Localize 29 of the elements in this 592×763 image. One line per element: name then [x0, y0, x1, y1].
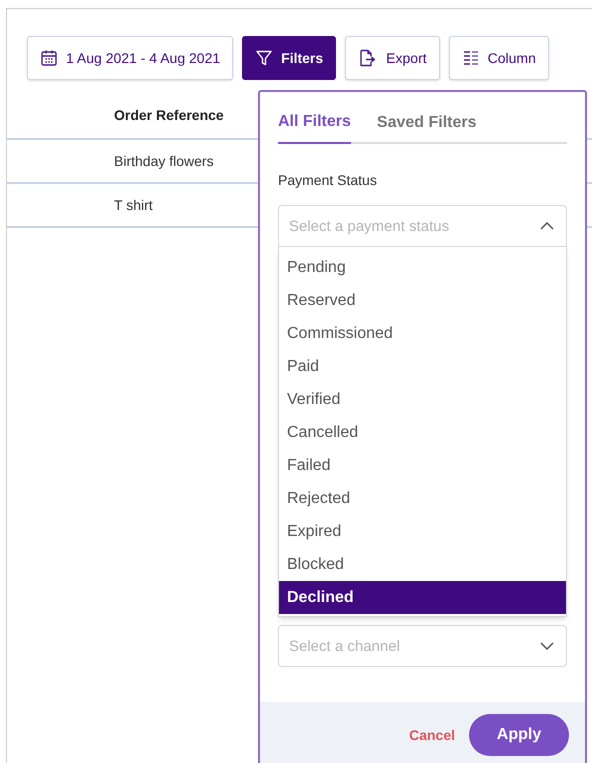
filter-icon [255, 49, 274, 67]
calendar-icon [40, 49, 58, 67]
table-cell-text: T shirt [114, 196, 153, 215]
option-item[interactable]: Verified [279, 383, 566, 416]
option-item[interactable]: Rejected [279, 482, 566, 515]
payment-status-select[interactable]: Select a payment status [278, 205, 567, 247]
chevron-up-icon [539, 221, 555, 231]
date-range-button[interactable]: 1 Aug 2021 - 4 Aug 2021 [27, 36, 234, 80]
columns-button[interactable]: Column [448, 36, 549, 80]
columns-icon [462, 49, 480, 67]
chevron-down-icon [539, 641, 555, 651]
filters-button[interactable]: Filters [242, 36, 336, 80]
apply-button[interactable]: Apply [469, 714, 569, 756]
option-item[interactable]: Commissioned [279, 317, 566, 350]
field-label: Payment Status [278, 171, 377, 190]
option-item[interactable]: Declined [279, 581, 566, 614]
option-item[interactable]: Expired [279, 515, 566, 548]
option-item[interactable]: Blocked [279, 548, 566, 581]
option-item[interactable]: Reserved [279, 284, 566, 317]
option-item[interactable]: Failed [279, 449, 566, 482]
export-button[interactable]: Export [345, 36, 440, 80]
filter-tab[interactable]: All Filters [278, 110, 351, 144]
option-item[interactable]: Paid [279, 350, 566, 383]
option-item[interactable]: Cancelled [279, 416, 566, 449]
filter-tab[interactable]: Saved Filters [376, 110, 477, 144]
option-item[interactable]: Pending [279, 251, 566, 284]
channel-select[interactable]: Select a channel [278, 625, 567, 667]
column-header: Order Reference [114, 106, 224, 124]
table-cell-text: Birthday flowers [114, 152, 214, 171]
